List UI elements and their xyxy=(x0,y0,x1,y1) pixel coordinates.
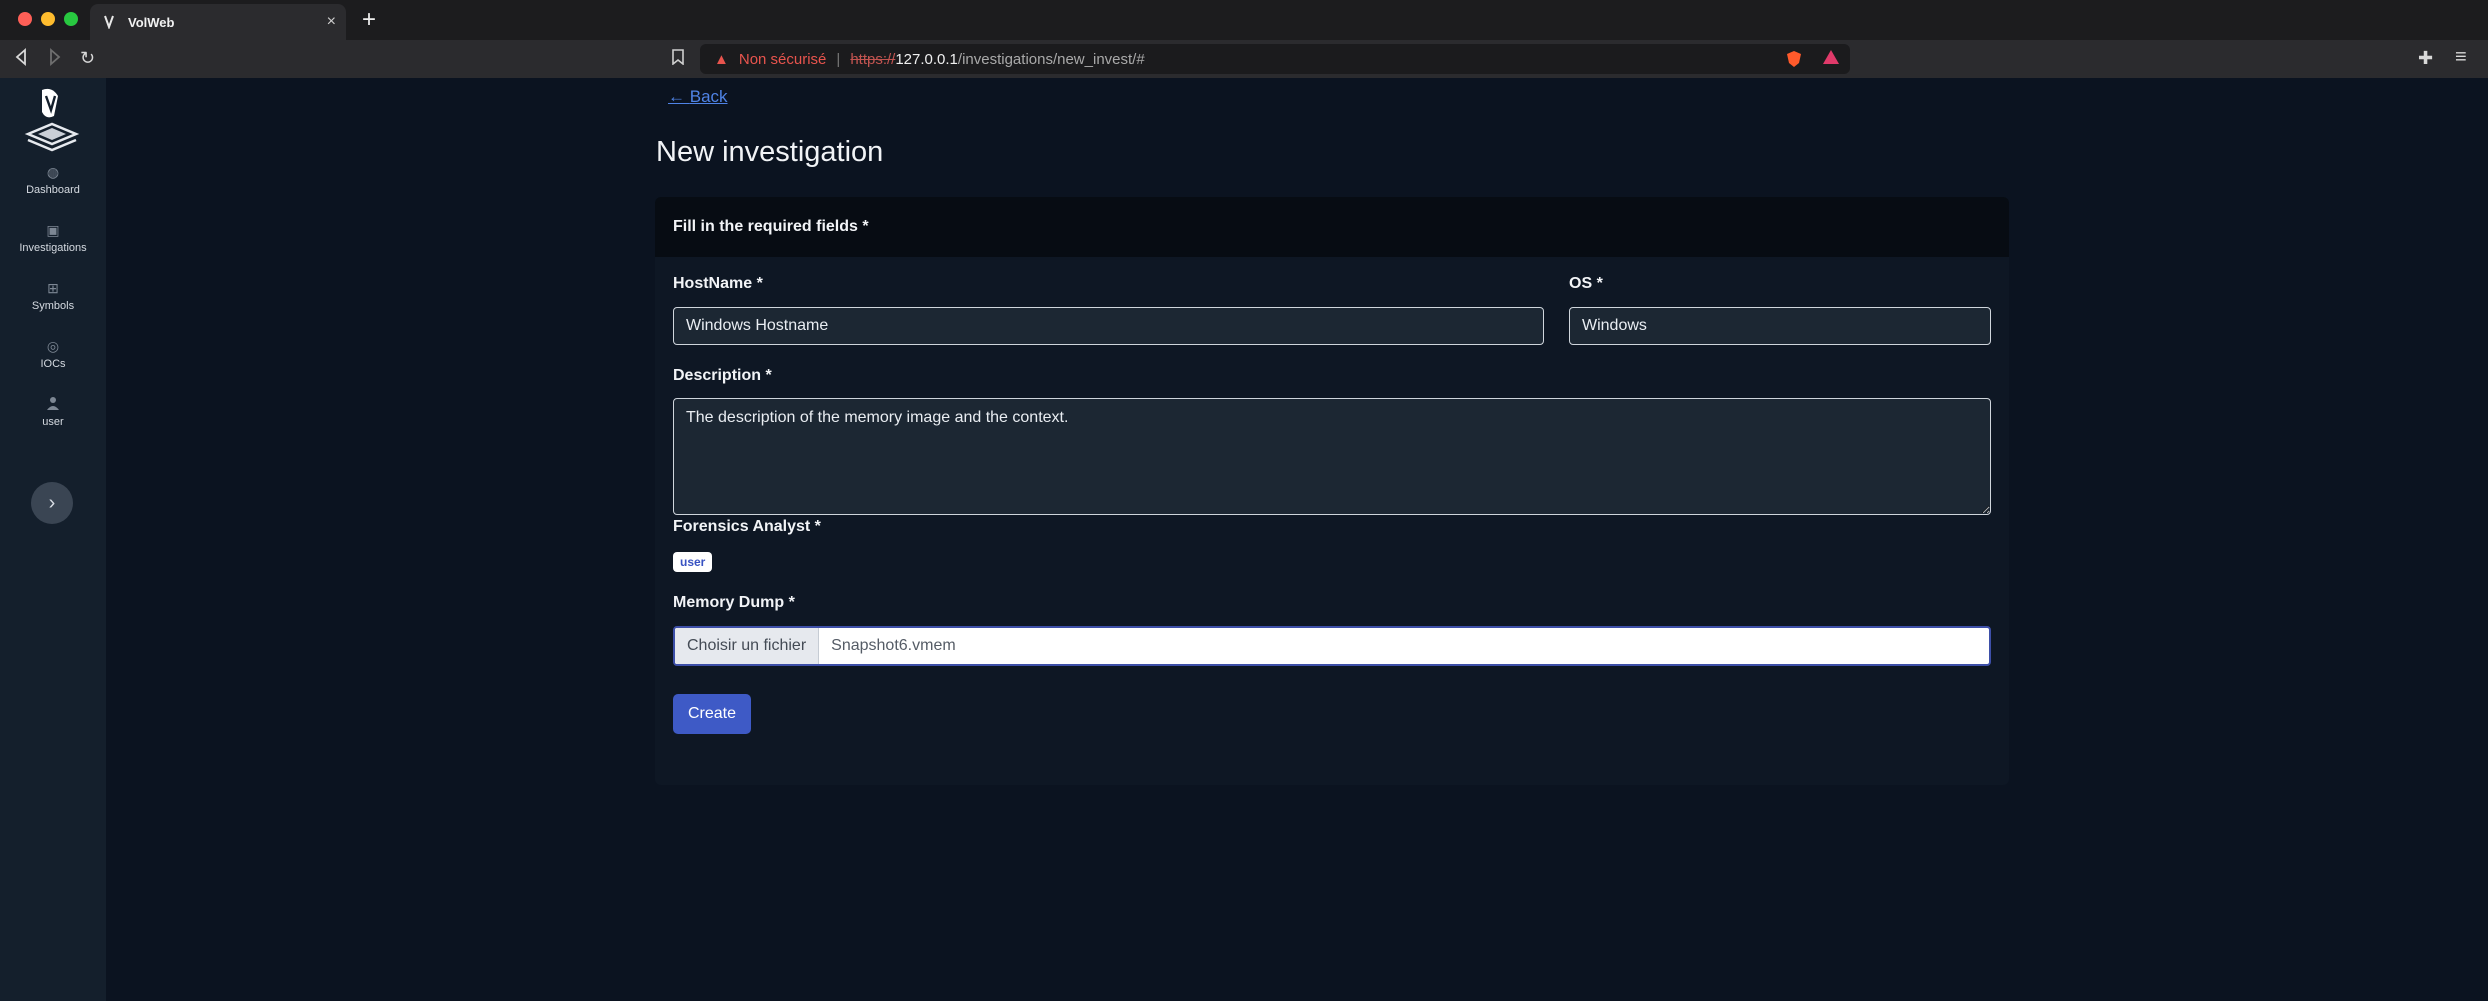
page-title: New investigation xyxy=(656,136,884,168)
os-input[interactable] xyxy=(1569,307,1991,345)
hostname-label: HostName * xyxy=(673,275,763,292)
address-bar[interactable]: ▲ Non sécurisé | https:// 127.0.0.1 /inv… xyxy=(700,44,1850,74)
sidebar-item-label: Symbols xyxy=(31,300,75,312)
url-scheme: https:// xyxy=(850,50,896,68)
window-close-button[interactable] xyxy=(18,12,32,26)
selected-file-name: Snapshot6.vmem xyxy=(831,637,956,654)
analyst-user-badge[interactable]: user xyxy=(673,552,713,572)
sidebar-expand-button[interactable]: › xyxy=(31,482,73,524)
reload-icon[interactable]: ↻ xyxy=(80,48,95,69)
sidebar-item-iocs[interactable]: ◎ IOCs xyxy=(0,338,106,370)
new-tab-button[interactable]: + xyxy=(362,6,376,34)
tab-close-icon[interactable]: × xyxy=(327,13,336,31)
new-investigation-form-card: Fill in the required fields * HostName *… xyxy=(655,197,2009,785)
dashboard-icon: ◍ xyxy=(46,164,60,180)
forward-arrow-icon[interactable] xyxy=(48,48,62,71)
table-icon: ⊞ xyxy=(47,280,59,296)
description-textarea[interactable]: The description of the memory image and … xyxy=(673,398,1991,515)
target-icon: ◎ xyxy=(46,338,60,354)
sidebar-item-label: IOCs xyxy=(40,358,66,370)
back-arrow-icon[interactable] xyxy=(14,48,28,71)
browser-toolbar: ↻ ▲ Non sécurisé | https:// 127.0.0.1 /i… xyxy=(0,40,2488,78)
sidebar-item-dashboard[interactable]: ◍ Dashboard xyxy=(0,164,106,196)
sidebar-item-label: Investigations xyxy=(19,242,87,254)
back-link[interactable]: ← Back xyxy=(668,87,728,107)
window-minimize-button[interactable] xyxy=(41,12,55,26)
sidebar-item-label: Dashboard xyxy=(26,184,80,196)
volweb-logo[interactable] xyxy=(24,86,80,154)
choose-file-button[interactable]: Choisir un fichier xyxy=(675,628,820,664)
back-link-label: Back xyxy=(689,87,728,106)
arrow-left-icon: ← xyxy=(668,87,690,106)
url-host: 127.0.0.1 xyxy=(895,50,958,68)
brave-shield-icon[interactable] xyxy=(1786,50,1802,73)
url-path: /investigations/new_invest/# xyxy=(957,50,1145,68)
bookmark-icon[interactable] xyxy=(672,49,684,70)
memory-dump-file-input[interactable]: Choisir un fichier Snapshot6.vmem xyxy=(673,626,1991,666)
sidebar-item-label: user xyxy=(42,416,64,428)
forensics-analyst-label: Forensics Analyst * xyxy=(673,518,821,535)
briefcase-icon: ▣ xyxy=(46,222,60,238)
create-button[interactable]: Create xyxy=(673,694,751,734)
browser-tab[interactable]: VolWeb × xyxy=(90,4,346,40)
hamburger-icon[interactable]: ≡ xyxy=(2455,46,2467,69)
sidebar-item-investigations[interactable]: ▣ Investigations xyxy=(0,222,106,254)
url-separator: | xyxy=(836,50,841,68)
tab-title: VolWeb xyxy=(128,14,175,30)
sidebar-item-symbols[interactable]: ⊞ Symbols xyxy=(0,280,106,312)
volweb-favicon-icon xyxy=(102,15,116,30)
sidebar-item-user[interactable]: user xyxy=(0,396,106,428)
window-zoom-button[interactable] xyxy=(64,12,78,26)
hostname-input[interactable] xyxy=(673,307,1544,345)
description-label: Description * xyxy=(673,367,772,384)
rewards-icon[interactable] xyxy=(1822,49,1840,70)
insecure-label: Non sécurisé xyxy=(738,50,827,68)
puzzle-icon[interactable]: ✚ xyxy=(2418,48,2433,69)
memory-dump-label: Memory Dump * xyxy=(673,594,795,611)
chevron-right-icon: › xyxy=(48,492,56,514)
card-header: Fill in the required fields * xyxy=(655,197,2009,257)
user-icon xyxy=(0,396,106,414)
warning-icon: ▲ xyxy=(714,50,729,68)
os-label: OS * xyxy=(1569,275,1603,292)
app-sidebar: ◍ Dashboard ▣ Investigations ⊞ Symbols ◎… xyxy=(0,78,106,1001)
browser-tabbar: VolWeb × + xyxy=(0,0,2488,40)
